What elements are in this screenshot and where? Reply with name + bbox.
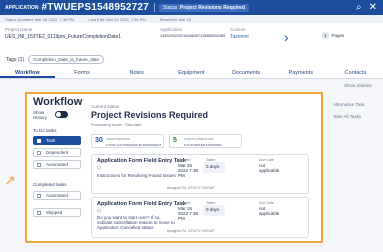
take-all-tasks-link[interactable]: Take All Tasks xyxy=(333,114,361,119)
project-header: Project Name UES_INI_153TE2_0119pm_Futur… xyxy=(0,23,383,51)
task-card[interactable]: Application Form Field Entry Task ⬡ Do y… xyxy=(91,197,309,238)
tab-documents[interactable]: Documents xyxy=(219,68,274,78)
filter-skipped[interactable]: Skipped xyxy=(33,208,81,217)
tasks-pending-card: 30 TASKS PENDING 0 TASK 0 AUTOMATED 30 D… xyxy=(91,134,164,148)
show-history-toggle[interactable] xyxy=(55,111,68,118)
current-status-value: Project Revisions Required xyxy=(91,110,209,120)
tasks-completed-card: 5 TASKS COMPLETED 0 AUTOMATED 5 SKIPPED xyxy=(169,134,242,148)
tab-forms[interactable]: Forms xyxy=(55,68,110,78)
status-subbar: Status Updated: Mar 26 2022, 7:36 PM Las… xyxy=(0,15,383,23)
tags-row: Tags (1) Completion_Date_is_future_date xyxy=(6,55,104,64)
status-pill: Status: Project Revisions Required xyxy=(158,3,249,12)
chevron-right-icon[interactable]: › xyxy=(284,29,289,45)
alternative-task-link[interactable]: Alternative Task xyxy=(333,102,365,107)
tab-notes[interactable]: Notes xyxy=(109,68,164,78)
application-id: #TWUEPS1548952727 xyxy=(41,2,149,13)
divider xyxy=(153,3,155,12)
tab-contacts[interactable]: Contacts xyxy=(328,68,383,78)
task-card[interactable]: Application Form Field Entry Task ⬡ Inst… xyxy=(91,154,309,194)
filter-task[interactable]: Task xyxy=(33,136,81,145)
annotation-arrow-icon: ↗ xyxy=(4,172,16,188)
project-name: Project Name UES_INI_153TE2_0119pm_Futur… xyxy=(5,27,122,40)
received-date: Received: Mar 25 xyxy=(159,16,192,22)
todo-label: To Do tasks xyxy=(33,128,57,133)
show-sidebar-link[interactable]: Show Sidebar xyxy=(344,83,372,88)
workflow-title: Workflow xyxy=(33,96,83,108)
status-updated: Status Updated: Mar 26 2022, 7:36 PM xyxy=(5,16,75,22)
top-icons: ⌕ ✕ xyxy=(356,2,377,13)
app-tag: APPLICATION xyxy=(5,4,39,11)
tab-workflow[interactable]: Workflow xyxy=(0,68,55,78)
customer: Custom Taxonmi xyxy=(230,27,249,40)
show-history-label: Show History xyxy=(33,110,48,120)
current-status-label: Current status xyxy=(91,104,120,109)
application-number: Application 1453189220215498497115985002… xyxy=(160,27,226,38)
filter-automated[interactable]: Automated xyxy=(33,160,81,169)
pages-indicator: 1 Pages xyxy=(322,32,345,39)
tab-payments[interactable]: Payments xyxy=(273,68,328,78)
filter-completed-automated[interactable]: Automated xyxy=(33,191,81,200)
filter-dependent[interactable]: Dependent xyxy=(33,148,81,157)
tab-equipment[interactable]: Equipment xyxy=(164,68,219,78)
tab-bar: Workflow Forms Notes Equipment Documents… xyxy=(0,68,383,79)
tags-label: Tags (1) xyxy=(6,56,25,63)
search-icon[interactable]: ⌕ xyxy=(356,2,362,13)
tag-chip[interactable]: Completion_Date_is_future_date xyxy=(28,55,104,64)
last-edit: Last Edit: Mar 26 2022, 7:36 PM xyxy=(88,16,146,22)
processing-mode: Processing mode : Standard xyxy=(91,122,142,127)
completed-label: Completed tasks xyxy=(33,182,67,187)
close-icon[interactable]: ✕ xyxy=(369,2,377,13)
top-bar: APPLICATION #TWUEPS1548952727 Status: Pr… xyxy=(0,0,383,15)
